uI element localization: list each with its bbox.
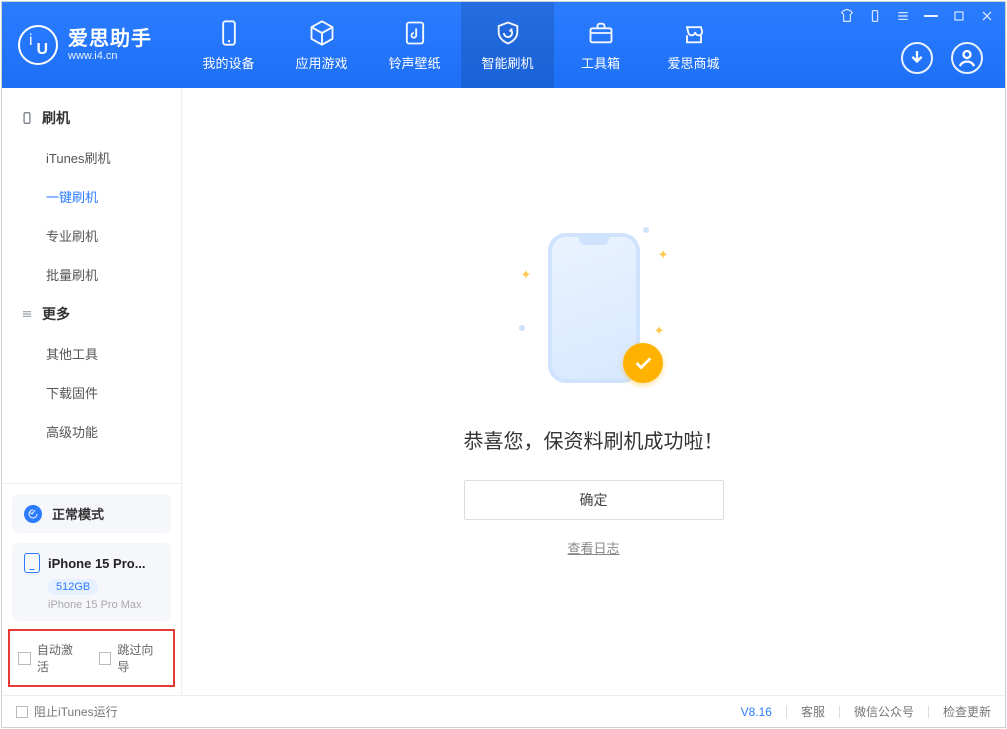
sidebar-item-oneclick-flash[interactable]: 一键刷机 [2,177,181,216]
maximize-icon[interactable] [951,8,967,24]
footer: 阻止iTunes运行 V8.16 客服 微信公众号 检查更新 [2,695,1005,727]
checkbox-block-itunes[interactable]: 阻止iTunes运行 [16,703,118,720]
refresh-shield-icon [494,19,522,47]
tab-apps-games[interactable]: 应用游戏 [275,2,368,88]
device-mode-card[interactable]: 正常模式 [12,494,171,533]
tab-ringtone-wallpaper[interactable]: 铃声壁纸 [368,2,461,88]
toolbox-icon [587,19,615,47]
device-mode-label: 正常模式 [52,504,104,523]
brand: 爱思助手 www.i4.cn [2,2,182,88]
cube-icon [308,19,336,47]
sparkle-icon: ✦ [658,247,669,263]
device-small-icon [24,553,40,573]
tab-label: 爱思商城 [667,53,719,72]
tab-label: 我的设备 [202,53,254,72]
tab-label: 应用游戏 [295,53,347,72]
sidebar-item-download-firmware[interactable]: 下载固件 [2,373,181,412]
shop-icon [680,19,708,47]
sidebar-item-advanced[interactable]: 高级功能 [2,412,181,451]
skin-icon[interactable] [839,8,855,24]
device-name: iPhone 15 Pro... [48,556,146,571]
top-tabs: 我的设备 应用游戏 铃声壁纸 智能刷机 工具箱 爱思商城 [182,2,740,88]
sidebar-group-flash: 刷机 [2,98,181,138]
sidebar-item-batch-flash[interactable]: 批量刷机 [2,255,181,294]
brand-name: 爱思助手 [68,28,152,50]
header-circle-buttons [901,42,983,74]
sidebar: 刷机 iTunes刷机 一键刷机 专业刷机 批量刷机 更多 其他工具 下载固件 … [2,88,182,695]
version-label: V8.16 [741,705,772,719]
success-illustration: ✦ ✦ ✦ [519,227,669,397]
flash-group-icon [20,111,34,125]
sidebar-item-itunes-flash[interactable]: iTunes刷机 [2,138,181,177]
music-icon [401,19,429,47]
menu-icon[interactable] [895,8,911,24]
brand-logo-icon [18,25,58,65]
device-card[interactable]: iPhone 15 Pro... 512GB iPhone 15 Pro Max [12,543,171,621]
dot-icon [519,325,525,331]
sidebar-group-more: 更多 [2,294,181,334]
footer-link-support[interactable]: 客服 [801,703,825,720]
download-button[interactable] [901,42,933,74]
app-header: 爱思助手 www.i4.cn 我的设备 应用游戏 铃声壁纸 智能刷机 [2,2,1005,88]
footer-link-wechat[interactable]: 微信公众号 [854,703,914,720]
tab-smart-flash[interactable]: 智能刷机 [461,2,554,88]
mode-ok-icon [24,505,42,523]
success-headline: 恭喜您，保资料刷机成功啦！ [464,425,724,454]
brand-url: www.i4.cn [68,50,152,62]
tab-label: 铃声壁纸 [388,53,440,72]
checkbox-skip-guide[interactable]: 跳过向导 [99,641,166,675]
highlighted-options: 自动激活 跳过向导 [8,629,175,687]
checkbox-auto-activate[interactable]: 自动激活 [18,641,85,675]
tab-label: 工具箱 [581,53,620,72]
device-storage-pill: 512GB [48,579,98,595]
tab-toolbox[interactable]: 工具箱 [554,2,647,88]
window-controls [839,8,995,24]
device-full-name: iPhone 15 Pro Max [48,599,159,611]
footer-link-update[interactable]: 检查更新 [943,703,991,720]
view-log-link[interactable]: 查看日志 [567,538,619,557]
ok-button[interactable]: 确定 [464,480,724,520]
minimize-icon[interactable] [923,8,939,24]
account-button[interactable] [951,42,983,74]
phone-small-icon[interactable] [867,8,883,24]
checkbox-box-icon [99,652,112,665]
success-check-badge-icon [623,343,663,383]
main-panel: ✦ ✦ ✦ 恭喜您，保资料刷机成功啦！ 确定 查看日志 [182,88,1005,695]
checkbox-box-icon [18,652,31,665]
more-group-icon [20,307,34,321]
tab-my-device[interactable]: 我的设备 [182,2,275,88]
sidebar-item-other-tools[interactable]: 其他工具 [2,334,181,373]
tab-label: 智能刷机 [481,53,533,72]
sparkle-icon: ✦ [521,267,532,283]
tab-store[interactable]: 爱思商城 [647,2,740,88]
checkbox-box-icon [16,706,28,718]
close-icon[interactable] [979,8,995,24]
device-icon [215,19,243,47]
dot-icon [643,227,649,233]
sidebar-item-pro-flash[interactable]: 专业刷机 [2,216,181,255]
sparkle-icon: ✦ [654,323,665,339]
